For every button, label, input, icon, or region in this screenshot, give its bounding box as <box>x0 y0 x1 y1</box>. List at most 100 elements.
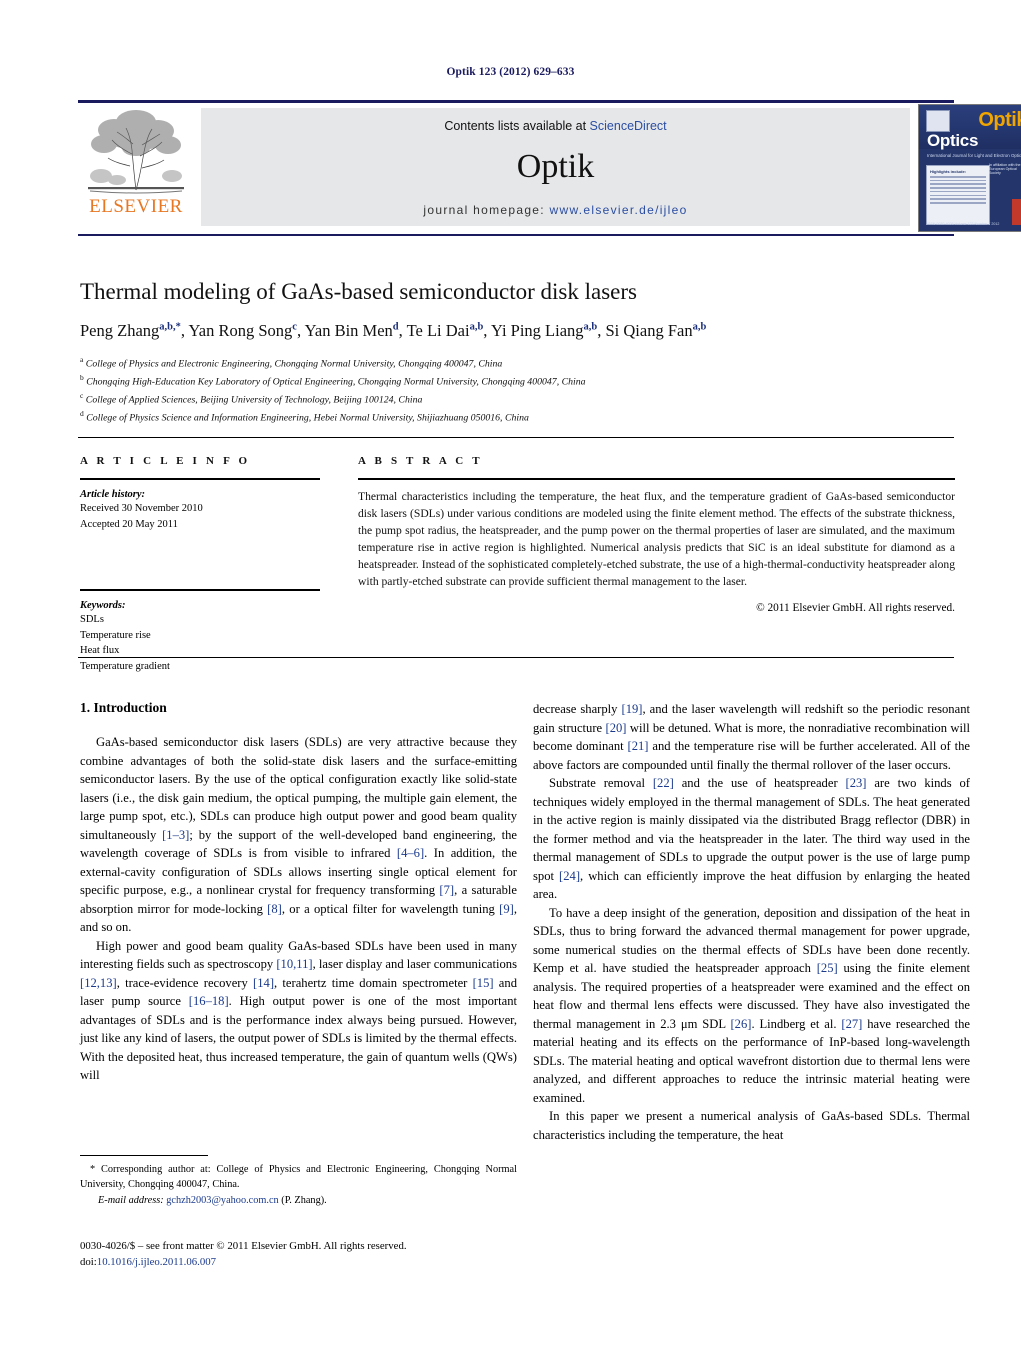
journal-title: Optik <box>516 148 595 185</box>
cover-bottom-note: ISSN 0030-4026 Volume 123 Number 7 2012 <box>927 222 1000 226</box>
affiliation-item: d College of Physics Science and Informa… <box>80 408 956 426</box>
paragraph-text: Substrate removal <box>549 776 653 790</box>
citation-link[interactable]: [25] <box>817 961 838 975</box>
cover-panel-heading: Highlights include: <box>930 169 966 174</box>
paragraph-text: , or a optical filter for wavelength tun… <box>281 901 500 916</box>
affiliation-item: a College of Physics and Electronic Engi… <box>80 354 956 372</box>
contents-prefix: Contents lists available at <box>444 119 590 133</box>
citation-link[interactable]: [14] <box>253 976 274 990</box>
abstract-bottom-rule <box>78 657 954 658</box>
body-column-right: decrease sharply [19], and the laser wav… <box>533 700 970 1144</box>
author-name: Yan Bin Men <box>304 320 393 340</box>
abstract-text: Thermal characteristics including the te… <box>358 490 955 588</box>
keywords-label: Keywords: <box>80 600 126 612</box>
imprint-block: 0030-4026/$ – see front matter © 2011 El… <box>80 1238 540 1270</box>
left-column-paragraphs: GaAs-based semiconductor disk lasers (SD… <box>80 733 517 1085</box>
masthead-top-rule <box>78 100 954 103</box>
paragraph-text: and the use of heatspreader <box>673 776 846 790</box>
running-head: Optik 123 (2012) 629–633 <box>446 66 575 78</box>
body-column-left: 1. Introduction GaAs-based semiconductor… <box>80 700 517 1085</box>
keywords-rule <box>80 589 320 592</box>
cover-panel-line <box>930 198 986 200</box>
citation-link[interactable]: [15] <box>473 976 494 990</box>
imprint-front-matter: 0030-4026/$ – see front matter © 2011 El… <box>80 1240 407 1252</box>
elsevier-logo: ELSEVIER <box>80 108 193 226</box>
email-link[interactable]: gchzh2003@yahoo.com.cn <box>166 1195 278 1206</box>
citation-link[interactable]: [19] <box>622 702 643 716</box>
author-name: Yi Ping Liang <box>490 320 584 340</box>
citation-link[interactable]: [24] <box>559 869 580 883</box>
elsevier-tree-icon <box>84 108 188 196</box>
body-paragraph: decrease sharply [19], and the laser wav… <box>533 700 970 774</box>
author-affiliation-mark: d <box>392 321 399 333</box>
citation-link[interactable]: [7] <box>439 883 454 897</box>
citation-link[interactable]: [22] <box>653 776 674 790</box>
cover-panel-line <box>930 190 986 193</box>
keyword-item: SDLs <box>80 614 104 626</box>
email-note: E-mail address: gchzh2003@yahoo.com.cn (… <box>80 1194 517 1209</box>
abstract-top-rule <box>78 437 954 438</box>
body-paragraph: High power and good beam quality GaAs-ba… <box>80 937 517 1085</box>
abstract-column: A B S T R A C T Thermal characteristics … <box>358 455 955 614</box>
affiliation-text: College of Physics and Electronic Engine… <box>83 358 503 370</box>
homepage-url-link[interactable]: www.elsevier.de/ijleo <box>550 203 688 217</box>
author-affiliation-mark: a,b,* <box>159 321 181 333</box>
journal-homepage-line: journal homepage: www.elsevier.de/ijleo <box>201 203 910 217</box>
citation-link[interactable]: [21] <box>628 739 649 753</box>
paper-page: Optik 123 (2012) 629–633 ELSEVIER Conten… <box>0 0 1021 1351</box>
paragraph-text: . Lindberg et al. <box>751 1016 842 1031</box>
sciencedirect-link[interactable]: ScienceDirect <box>590 119 667 133</box>
keywords-block: Keywords: SDLs Temperature rise Heat flux T… <box>80 589 320 674</box>
affiliation-item: b Chongqing High-Education Key Laborator… <box>80 372 956 390</box>
right-column-paragraphs: decrease sharply [19], and the laser wav… <box>533 700 970 1144</box>
citation-link[interactable]: [9] <box>499 902 514 916</box>
body-paragraph: Substrate removal [22] and the use of he… <box>533 774 970 904</box>
doi-line: doi:10.1016/j.ijleo.2011.06.007 <box>80 1254 540 1270</box>
body-paragraph: In this paper we present a numerical ana… <box>533 1107 970 1144</box>
journal-banner: Contents lists available at ScienceDirec… <box>201 108 910 226</box>
doi-label: doi: <box>80 1256 97 1269</box>
citation-link[interactable]: [8] <box>267 902 282 916</box>
article-history-line: Accepted 20 May 2011 <box>80 518 178 530</box>
doi-link[interactable]: 10.1016/j.ijleo.2011.06.007 <box>97 1256 216 1268</box>
citation-link[interactable]: [1–3] <box>162 828 189 842</box>
footnote-rule <box>80 1155 208 1156</box>
masthead-bottom-rule <box>78 234 954 236</box>
abstract-rule <box>358 478 955 480</box>
paragraph-text: In this paper we present a numerical ana… <box>533 1109 970 1142</box>
cover-publisher-mark <box>926 110 950 132</box>
paragraph-text: , trace-evidence recovery <box>116 975 254 990</box>
abstract-heading: A B S T R A C T <box>358 455 483 467</box>
article-history-label: Article history: <box>80 489 146 500</box>
citation-link[interactable]: [4–6] <box>397 846 424 860</box>
author-name: Yan Rong Song <box>188 320 293 340</box>
citation-link[interactable]: [16–18] <box>189 994 229 1008</box>
citation-link[interactable]: [26] <box>730 1017 751 1031</box>
citation-link[interactable]: [10,11] <box>276 957 312 971</box>
affiliation-text: College of Physics Science and Informati… <box>83 412 529 424</box>
affiliation-list: a College of Physics and Electronic Engi… <box>80 354 956 427</box>
copyright-line: © 2011 Elsevier GmbH. All rights reserve… <box>756 601 955 614</box>
author-name: Peng Zhang <box>80 320 160 340</box>
citation-link[interactable]: [27] <box>841 1017 862 1031</box>
paragraph-text: decrease sharply <box>533 702 622 716</box>
author-affiliation-mark: c <box>292 321 297 333</box>
paragraph-text: , terahertz time domain spectrometer <box>274 975 473 990</box>
cover-title-main: Optik <box>978 109 1021 131</box>
author-affiliation-mark: a,b <box>692 321 707 333</box>
section-heading-introduction: 1. Introduction <box>80 700 167 715</box>
affiliation-text: College of Applied Sciences, Beijing Uni… <box>83 394 423 406</box>
paragraph-text: GaAs-based semiconductor disk lasers (SD… <box>80 735 517 842</box>
paragraph-text: are two kinds of techniques widely emplo… <box>533 776 970 883</box>
paragraph-text: , laser display and laser communications <box>312 957 517 971</box>
title-block: Thermal modeling of GaAs-based semicondu… <box>80 278 956 427</box>
paragraph-text: , which can efficiently improve the heat… <box>533 868 970 902</box>
cover-panel-line <box>930 179 986 182</box>
citation-link[interactable]: [12,13] <box>80 976 117 990</box>
keyword-item: Temperature gradient <box>80 660 170 672</box>
journal-cover-thumbnail: Optik Optics International Journal for L… <box>918 104 1021 232</box>
citation-link[interactable]: [20] <box>606 721 627 735</box>
citation-link[interactable]: [23] <box>846 776 867 790</box>
author-affiliation-mark: a,b <box>469 321 484 333</box>
affiliation-text: Chongqing High-Education Key Laboratory … <box>83 376 586 388</box>
